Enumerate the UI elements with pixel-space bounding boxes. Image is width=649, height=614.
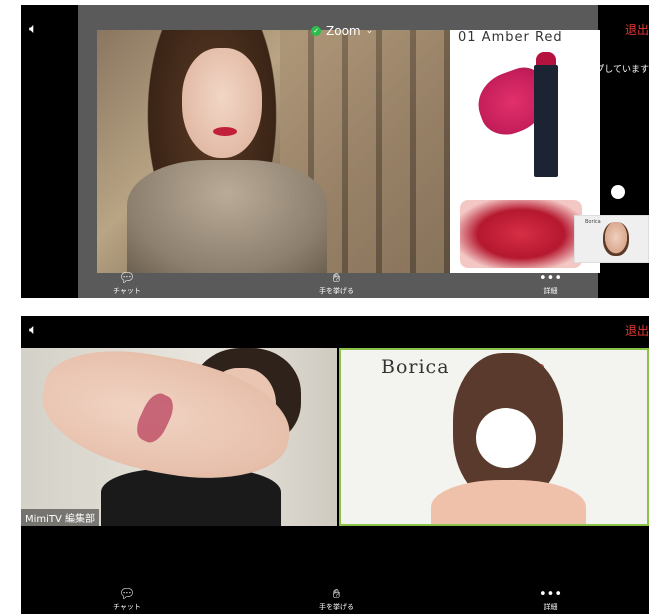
raise-hand-label: 手を挙げる [319, 603, 354, 611]
bottom-toolbar: 💬︎ チャット ✋︎ 手を挙げる ••• 詳細 [21, 582, 649, 614]
more-button[interactable]: ••• 詳細 [539, 272, 562, 296]
sharing-status-text: プしています [595, 65, 649, 75]
leave-button[interactable]: 退出 [625, 21, 649, 38]
self-view-thumbnail[interactable]: Borica [574, 215, 649, 263]
more-label: 詳細 [543, 603, 558, 611]
raise-hand-label: 手を挙げる [319, 287, 354, 295]
zoom-label: Zoom [326, 24, 361, 38]
speaker-icon[interactable]: 🔈︎ [29, 322, 37, 338]
more-icon: ••• [539, 271, 563, 286]
participant-tile-mimitv[interactable]: MimiTV 編集部 [21, 348, 337, 526]
top-meeting-screen: 01 Amber Red 🔈︎ ✓ Zoom ⌄ 退出 プしています Boric… [21, 5, 649, 298]
participant-tile-borica[interactable]: Borica [339, 348, 649, 526]
top-header: 🔈︎ ✓ Zoom ⌄ 退出 [21, 21, 649, 43]
chat-button[interactable]: 💬︎ チャット [113, 272, 141, 296]
speaker-icon[interactable]: 🔈︎ [29, 21, 37, 37]
zoom-menu[interactable]: ✓ Zoom ⌄ [311, 24, 373, 38]
brand-backdrop-text: Borica [381, 356, 450, 378]
shared-screen-photo [97, 30, 450, 273]
bottom-header: 🔈︎ 退出 [21, 322, 649, 342]
chevron-down-icon: ⌄ [365, 26, 374, 36]
participant-name-label: MimiTV 編集部 [21, 509, 100, 526]
leave-button[interactable]: 退出 [625, 322, 649, 339]
more-button[interactable]: ••• 詳細 [539, 588, 562, 612]
raise-hand-icon: ✋︎ [332, 271, 341, 286]
model-scarf [127, 160, 327, 273]
lips-closeup [460, 200, 582, 268]
chat-label: チャット [113, 603, 141, 611]
pointer-dot[interactable] [611, 185, 625, 199]
bottom-meeting-screen: 🔈︎ 退出 MimiTV 編集部 Borica 💬︎ チャット ✋︎ 手を挙げる… [21, 316, 649, 614]
raise-hand-button[interactable]: ✋︎ 手を挙げる [319, 588, 354, 612]
lipstick-tube [534, 65, 558, 177]
chat-icon: 💬︎ [118, 271, 136, 286]
participant-body [431, 480, 586, 524]
chat-label: チャット [113, 287, 141, 295]
model-face [182, 48, 262, 158]
chat-icon: 💬︎ [118, 587, 136, 602]
more-icon: ••• [539, 587, 563, 602]
top-toolbar: 💬︎ チャット ✋︎ 手を挙げる ••• 詳細 [21, 266, 649, 298]
check-icon: ✓ [311, 26, 321, 36]
model-lips [213, 127, 237, 136]
thumbnail-brand: Borica [585, 219, 601, 225]
raise-hand-icon: ✋︎ [332, 587, 341, 602]
raise-hand-button[interactable]: ✋︎ 手を挙げる [319, 272, 354, 296]
chat-button[interactable]: 💬︎ チャット [113, 588, 141, 612]
face-blur-circle [476, 408, 536, 468]
thumbnail-person [603, 222, 629, 256]
more-label: 詳細 [543, 287, 558, 295]
